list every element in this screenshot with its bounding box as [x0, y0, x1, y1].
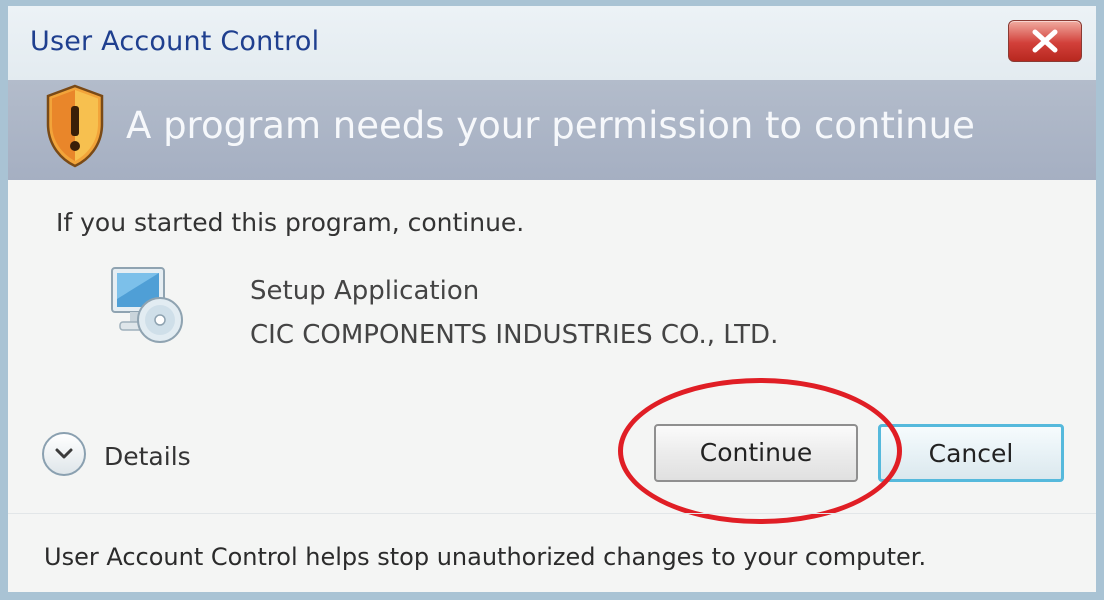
chevron-down-icon — [55, 448, 73, 459]
banner-heading: A program needs your permission to conti… — [126, 104, 975, 147]
cancel-button[interactable]: Cancel — [878, 424, 1064, 482]
shield-warning-icon — [46, 84, 104, 168]
footer-divider — [8, 513, 1096, 514]
program-publisher: CIC COMPONENTS INDUSTRIES CO., LTD. — [250, 320, 779, 350]
details-label[interactable]: Details — [104, 442, 191, 471]
continue-button[interactable]: Continue — [654, 424, 858, 482]
permission-banner: A program needs your permission to conti… — [8, 80, 1096, 180]
computer-disc-icon — [111, 267, 183, 343]
close-button[interactable] — [1008, 20, 1082, 62]
program-name: Setup Application — [250, 276, 480, 306]
prompt-text: If you started this program, continue. — [56, 208, 525, 237]
details-toggle[interactable] — [42, 432, 86, 476]
title-bar: User Account Control — [8, 6, 1096, 80]
window-title: User Account Control — [30, 26, 320, 57]
close-icon — [1032, 29, 1058, 53]
footer-text: User Account Control helps stop unauthor… — [44, 543, 927, 571]
uac-dialog: User Account Control A program needs you… — [0, 0, 1104, 600]
